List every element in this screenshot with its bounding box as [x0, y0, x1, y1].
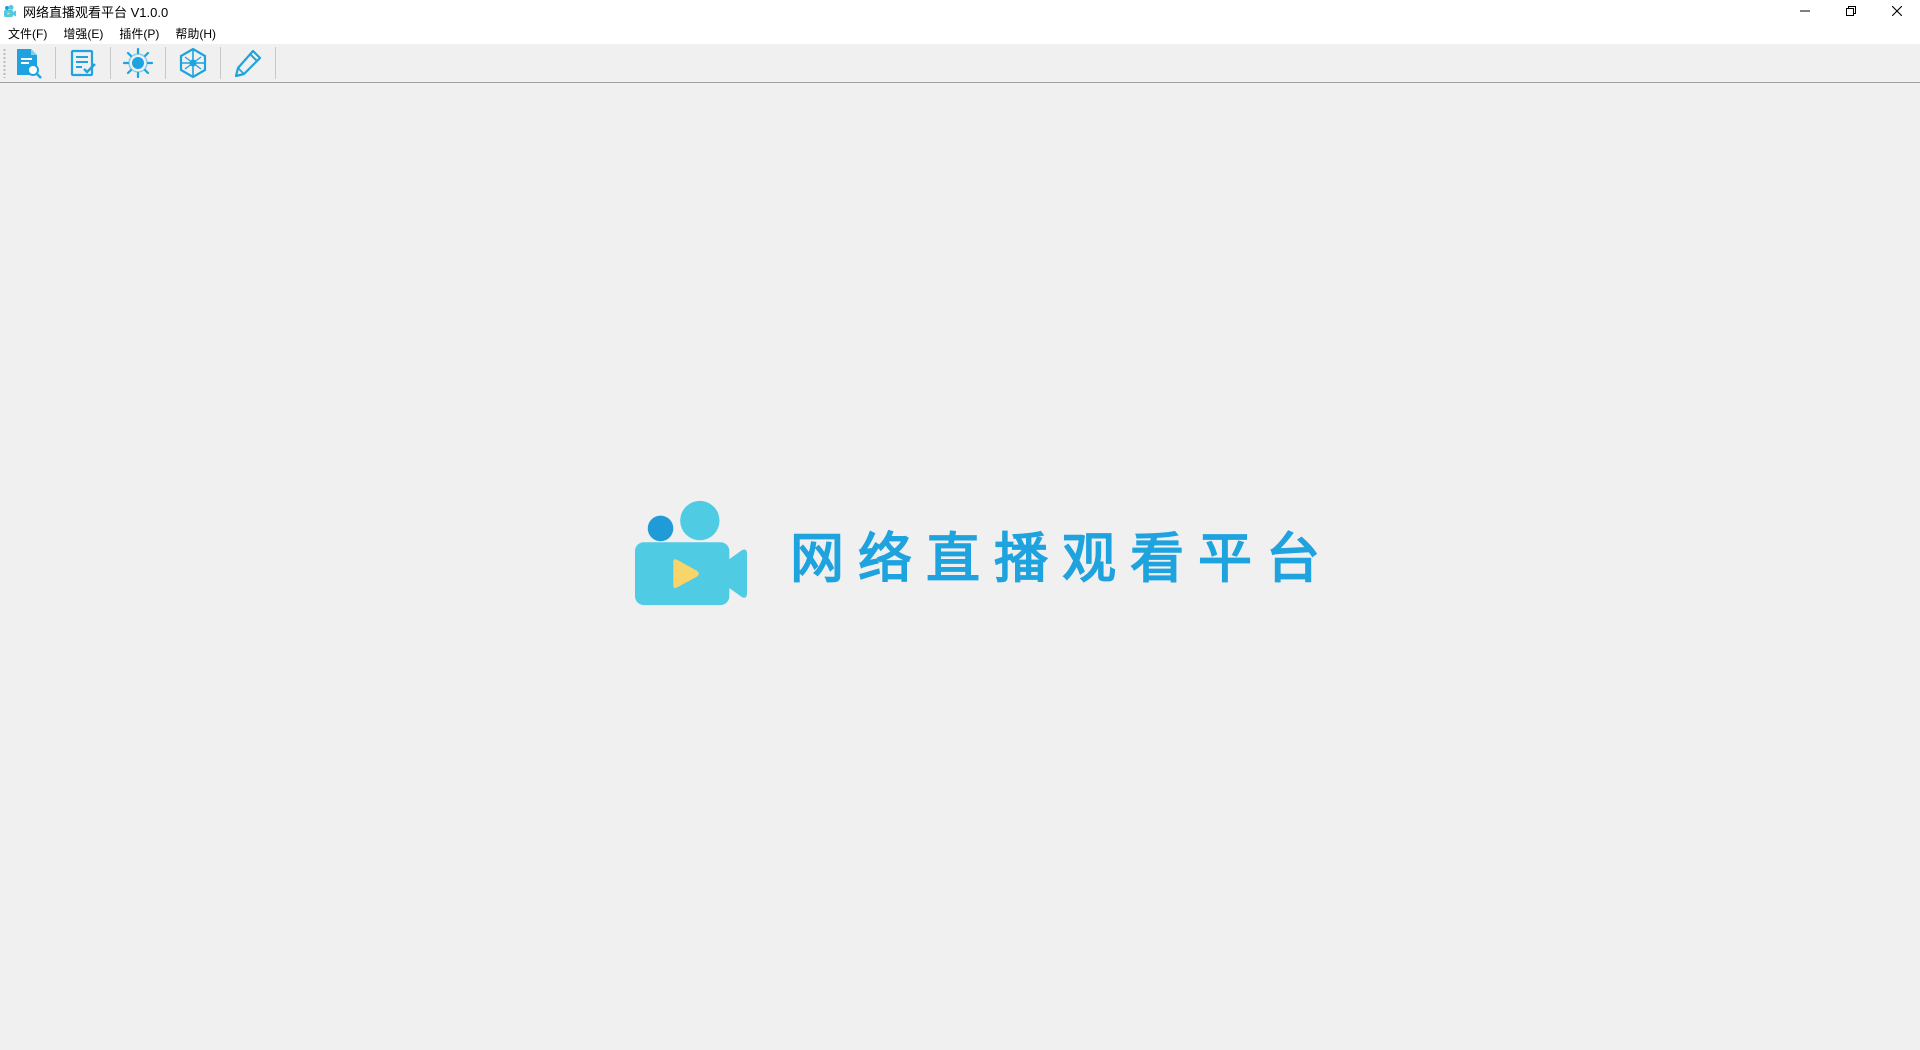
- splash-title: 网络直播观看平台: [790, 526, 1334, 590]
- toolbar-separator: [165, 47, 166, 79]
- toolbar-network-button[interactable]: [171, 45, 215, 81]
- menu-plugins[interactable]: 插件(P): [113, 23, 165, 44]
- toolbar: [0, 44, 1920, 83]
- window-title: 网络直播观看平台 V1.0.0: [23, 4, 169, 20]
- toolbar-separator: [55, 47, 56, 79]
- network-globe-icon: [179, 47, 207, 79]
- toolbar-separator: [220, 47, 221, 79]
- menu-help[interactable]: 帮助(H): [169, 23, 222, 44]
- camera-app-icon: [3, 4, 17, 18]
- toolbar-checklist-button[interactable]: [61, 45, 105, 81]
- menu-bar: 文件(F) 增强(E) 插件(P) 帮助(H): [0, 22, 1920, 44]
- window-controls: [1782, 0, 1920, 22]
- minimize-button[interactable]: [1782, 0, 1828, 22]
- toolbar-settings-button[interactable]: [116, 45, 160, 81]
- video-camera-play-icon: [634, 500, 748, 606]
- close-button[interactable]: [1874, 0, 1920, 22]
- app-window: 网络直播观看平台 V1.0.0 文件(F) 增强(E) 插件(P) 帮助(H) …: [0, 0, 1920, 1050]
- restore-button[interactable]: [1828, 0, 1874, 22]
- toolbar-separator: [275, 47, 276, 79]
- document-search-icon: [17, 49, 42, 79]
- close-icon: [1892, 6, 1902, 16]
- title-bar[interactable]: 网络直播观看平台 V1.0.0: [0, 0, 1920, 22]
- toolbar-edit-button[interactable]: [226, 45, 270, 81]
- settings-sun-icon: [122, 47, 154, 79]
- checklist-icon: [70, 49, 96, 77]
- toolbar-document-search-button[interactable]: [6, 45, 50, 81]
- minimize-icon: [1800, 10, 1810, 12]
- menu-file[interactable]: 文件(F): [2, 23, 53, 44]
- restore-icon: [1846, 6, 1856, 16]
- pencil-icon: [234, 49, 262, 78]
- menu-enhance[interactable]: 增强(E): [57, 23, 109, 44]
- splash-banner: 网络直播观看平台: [634, 498, 1334, 608]
- toolbar-separator: [110, 47, 111, 79]
